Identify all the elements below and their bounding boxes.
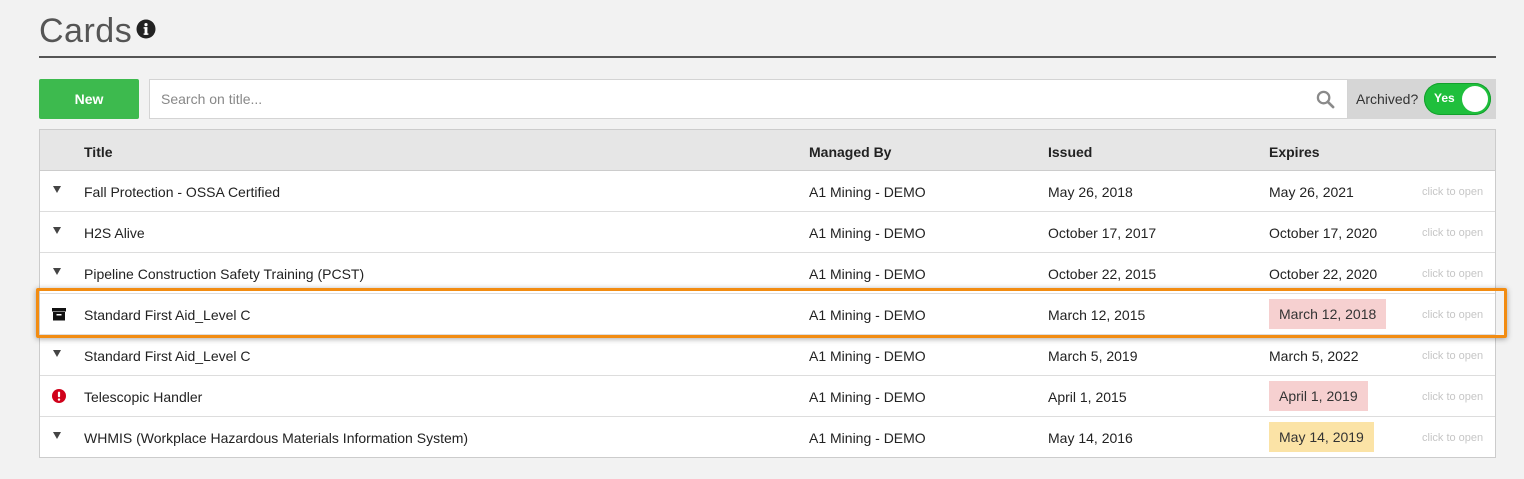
new-button[interactable]: New	[39, 79, 139, 119]
info-icon[interactable]	[136, 19, 156, 39]
archived-label: Archived?	[1356, 91, 1419, 107]
click-to-open-link[interactable]: click to open	[1422, 432, 1483, 444]
table-header: Title Managed By Issued Expires	[40, 130, 1495, 171]
click-to-open-link[interactable]: click to open	[1422, 268, 1483, 280]
row-managed-by: A1 Mining - DEMO	[809, 389, 926, 405]
click-to-open-link[interactable]: click to open	[1422, 391, 1483, 403]
alert-exclamation-icon	[52, 389, 66, 403]
row-issued: May 14, 2016	[1048, 430, 1133, 446]
row-title: Fall Protection - OSSA Certified	[84, 184, 281, 200]
table-row[interactable]: Pipeline Construction Safety Training (P…	[40, 253, 1495, 294]
table-row[interactable]: Standard First Aid_Level C A1 Mining - D…	[40, 335, 1495, 376]
caret-down-icon[interactable]	[53, 186, 61, 193]
row-managed-by: A1 Mining - DEMO	[809, 348, 926, 364]
row-issued: April 1, 2015	[1048, 389, 1127, 405]
row-expires: October 22, 2020	[1269, 266, 1378, 282]
page-title: Cards	[39, 12, 133, 50]
table-row[interactable]: WHMIS (Workplace Hazardous Materials Inf…	[40, 417, 1495, 457]
table-row[interactable]: Telescopic Handler A1 Mining - DEMO Apri…	[40, 376, 1495, 417]
expired-badge: March 12, 2018	[1269, 299, 1387, 329]
row-managed-by: A1 Mining - DEMO	[809, 307, 926, 323]
search-input[interactable]	[150, 80, 1300, 118]
click-to-open-link[interactable]: click to open	[1422, 309, 1483, 321]
row-title: Standard First Aid_Level C	[84, 348, 251, 364]
table-row[interactable]: Fall Protection - OSSA Certified A1 Mini…	[40, 171, 1495, 212]
page-header: Cards	[39, 8, 1496, 58]
table-row-highlighted[interactable]: Standard First Aid_Level C A1 Mining - D…	[40, 294, 1495, 335]
click-to-open-link[interactable]: click to open	[1422, 227, 1483, 239]
search-box	[149, 79, 1348, 119]
row-title: H2S Alive	[84, 225, 145, 241]
row-title: Telescopic Handler	[84, 389, 203, 405]
archived-filter: Archived? Yes	[1348, 79, 1496, 119]
archive-box-icon	[52, 308, 66, 321]
row-expires: May 26, 2021	[1269, 184, 1354, 200]
click-to-open-link[interactable]: click to open	[1422, 350, 1483, 362]
row-title: Standard First Aid_Level C	[84, 307, 251, 323]
archived-toggle[interactable]: Yes	[1424, 83, 1491, 115]
expiring-soon-badge: May 14, 2019	[1269, 422, 1374, 452]
toggle-knob	[1462, 86, 1488, 112]
column-header-managed-by[interactable]: Managed By	[809, 144, 891, 160]
archived-toggle-label: Yes	[1434, 91, 1455, 105]
row-expires: March 5, 2022	[1269, 348, 1359, 364]
row-expires: October 17, 2020	[1269, 225, 1378, 241]
row-issued: March 12, 2015	[1048, 307, 1146, 323]
row-managed-by: A1 Mining - DEMO	[809, 430, 926, 446]
row-issued: October 17, 2017	[1048, 225, 1157, 241]
row-issued: October 22, 2015	[1048, 266, 1157, 282]
column-header-title[interactable]: Title	[84, 144, 113, 160]
row-managed-by: A1 Mining - DEMO	[809, 184, 926, 200]
row-title: WHMIS (Workplace Hazardous Materials Inf…	[84, 430, 469, 446]
row-issued: March 5, 2019	[1048, 348, 1138, 364]
caret-down-icon[interactable]	[53, 268, 61, 275]
caret-down-icon[interactable]	[53, 432, 61, 439]
row-managed-by: A1 Mining - DEMO	[809, 225, 926, 241]
table-row[interactable]: H2S Alive A1 Mining - DEMO October 17, 2…	[40, 212, 1495, 253]
expired-badge: April 1, 2019	[1269, 381, 1368, 411]
search-icon[interactable]	[1316, 90, 1335, 109]
caret-down-icon[interactable]	[53, 350, 61, 357]
row-issued: May 26, 2018	[1048, 184, 1133, 200]
column-header-issued[interactable]: Issued	[1048, 144, 1092, 160]
click-to-open-link[interactable]: click to open	[1422, 186, 1483, 198]
row-title: Pipeline Construction Safety Training (P…	[84, 266, 365, 282]
caret-down-icon[interactable]	[53, 227, 61, 234]
toolbar: New Archived? Yes	[39, 79, 1496, 119]
cards-table: Title Managed By Issued Expires Fall Pro…	[39, 129, 1496, 458]
row-managed-by: A1 Mining - DEMO	[809, 266, 926, 282]
column-header-expires[interactable]: Expires	[1269, 144, 1320, 160]
